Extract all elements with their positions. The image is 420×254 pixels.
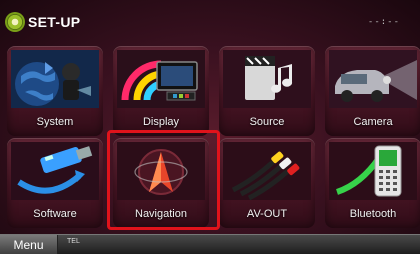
title-bar: SET-UP --:-- (0, 0, 420, 44)
tile-label: Software (33, 208, 77, 220)
navigation-icon (117, 142, 205, 200)
tile-label: Source (249, 116, 285, 128)
tile-av-out[interactable]: AV-OUT (219, 138, 315, 228)
av-cable-icon (223, 142, 311, 200)
tile-system[interactable]: System (7, 46, 103, 136)
tile-navigation[interactable]: Navigation (113, 138, 209, 228)
usb-icon (11, 142, 99, 200)
tile-label: System (36, 116, 74, 128)
tile-display[interactable]: Display (113, 46, 209, 136)
tile-label: AV-OUT (246, 208, 288, 220)
clock-display: --:-- (367, 17, 400, 27)
tile-software[interactable]: Software (7, 138, 103, 228)
tile-label: Bluetooth (349, 208, 397, 220)
menu-button[interactable]: Menu (0, 235, 58, 254)
display-icon (117, 50, 205, 108)
tile-camera[interactable]: Camera (325, 46, 420, 136)
camera-icon (329, 50, 417, 108)
tel-indicator: TEL (67, 238, 80, 245)
tile-label: Camera (353, 116, 393, 128)
page-title: SET-UP (28, 14, 81, 30)
phone-icon (329, 142, 417, 200)
source-icon (223, 50, 311, 108)
bottom-bar: Menu TEL (0, 234, 420, 254)
tile-label: Display (142, 116, 180, 128)
setup-screen: SET-UP --:-- System Display Source Camer… (0, 0, 420, 254)
globe-icon (11, 50, 99, 108)
tile-source[interactable]: Source (219, 46, 315, 136)
setup-gear-icon (7, 14, 23, 30)
tile-bluetooth[interactable]: Bluetooth (325, 138, 420, 228)
tile-label: Navigation (135, 208, 187, 220)
